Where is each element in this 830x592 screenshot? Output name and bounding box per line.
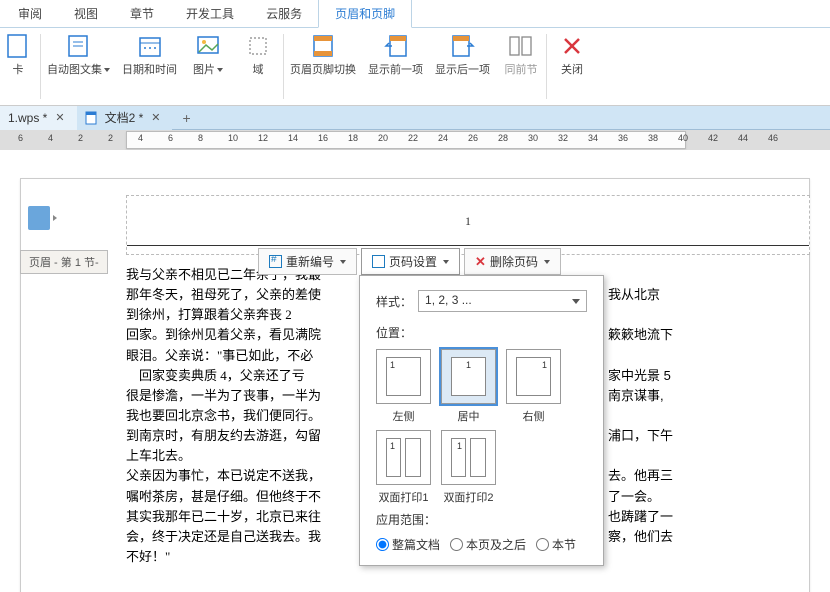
tab-cloud[interactable]: 云服务	[250, 0, 318, 27]
menu-tabbar: 审阅 视图 章节 开发工具 云服务 页眉和页脚	[0, 0, 830, 28]
ribbon-picture[interactable]: 图片	[183, 28, 233, 105]
hf-switch-icon	[307, 30, 339, 62]
position-left[interactable]: 1 左侧	[376, 349, 431, 424]
tab-view[interactable]: 视图	[58, 0, 114, 27]
ribbon-autotext[interactable]: 自动图文集	[41, 28, 116, 105]
ribbon-show-next[interactable]: 显示后一项	[429, 28, 496, 105]
new-doc-button[interactable]: +	[172, 110, 200, 126]
document-tabbar: 1.wps * ✕ 文档2 * ✕ +	[0, 106, 830, 130]
ribbon-close[interactable]: 关闭	[547, 28, 597, 105]
page-number: 1	[127, 196, 809, 229]
ribbon-field[interactable]: 域	[233, 28, 283, 105]
ribbon-show-prev[interactable]: 显示前一项	[362, 28, 429, 105]
doctab-1-label: 1.wps *	[8, 111, 47, 125]
prev-icon	[380, 30, 412, 62]
tab-chapter[interactable]: 章节	[114, 0, 170, 27]
scope-after[interactable]: 本页及之后	[450, 536, 526, 553]
tab-review[interactable]: 审阅	[2, 0, 58, 27]
position-duplex2[interactable]: 1 双面打印2	[441, 430, 496, 505]
workspace: 1 页眉 - 第 1 节- 重新编号 页码设置 ✕ 删除页码 我与父亲不相见已二…	[0, 150, 830, 592]
scope-section[interactable]: 本节	[536, 536, 576, 553]
doctab-2-close[interactable]: ✕	[149, 111, 162, 124]
card-icon	[2, 30, 34, 62]
renumber-button[interactable]: 重新编号	[258, 248, 357, 275]
tab-devtools[interactable]: 开发工具	[170, 0, 250, 27]
style-select[interactable]: 1, 2, 3 ...	[418, 290, 587, 312]
datetime-icon	[134, 30, 166, 62]
doctab-2[interactable]: 文档2 * ✕	[77, 106, 173, 130]
page-number-settings-button[interactable]: 页码设置	[361, 248, 460, 275]
delete-icon: ✕	[475, 254, 486, 270]
scope-all[interactable]: 整篇文档	[376, 536, 440, 553]
autotext-icon	[63, 30, 95, 62]
ribbon-card[interactable]: 卡	[0, 28, 40, 105]
scope-label: 应用范围：	[376, 511, 587, 528]
header-toolbar: 重新编号 页码设置 ✕ 删除页码	[258, 248, 561, 275]
tab-header-footer[interactable]: 页眉和页脚	[318, 0, 412, 28]
header-area[interactable]: 1	[126, 195, 810, 255]
position-right[interactable]: 1 右侧	[506, 349, 561, 424]
same-section-icon	[505, 30, 537, 62]
doctab-2-label: 文档2 *	[105, 109, 144, 126]
position-center[interactable]: 1 居中	[441, 349, 496, 424]
scope-radios: 整篇文档 本页及之后 本节	[376, 536, 587, 553]
style-label: 样式：	[376, 293, 412, 310]
header-section-tag: 页眉 - 第 1 节-	[20, 250, 108, 274]
renumber-icon	[269, 255, 282, 268]
ribbon-hf-switch[interactable]: 页眉页脚切换	[284, 28, 362, 105]
ribbon-same-as-prev[interactable]: 同前节	[496, 28, 546, 105]
doc-icon	[85, 111, 99, 125]
ruler[interactable]: 6422468101214161820222426283032343638404…	[0, 130, 830, 150]
close-icon	[556, 30, 588, 62]
next-icon	[447, 30, 479, 62]
doctab-1[interactable]: 1.wps * ✕	[0, 106, 77, 130]
delete-page-number-button[interactable]: ✕ 删除页码	[464, 248, 561, 275]
position-duplex1[interactable]: 1 双面打印1	[376, 430, 431, 505]
ribbon-datetime[interactable]: 日期和时间	[116, 28, 183, 105]
position-label: 位置：	[376, 324, 587, 341]
ribbon: 卡 自动图文集 日期和时间 图片 域 页眉页脚切换 显示前一项 显示后一项 同前…	[0, 28, 830, 106]
picture-icon	[192, 30, 224, 62]
document-body-right: 我从北京 簌簌地流下 家中光景 5南京谋事, 浦口，下午 去。他再三了一会。也踌…	[608, 265, 788, 547]
doctab-1-close[interactable]: ✕	[53, 111, 66, 124]
pagenum-icon	[372, 255, 385, 268]
field-icon	[242, 30, 274, 62]
page-number-settings-panel: 样式： 1, 2, 3 ... 位置： 1 左侧 1 居中 1 右侧 1 双面打…	[359, 275, 604, 566]
header-options-icon[interactable]	[28, 206, 50, 230]
